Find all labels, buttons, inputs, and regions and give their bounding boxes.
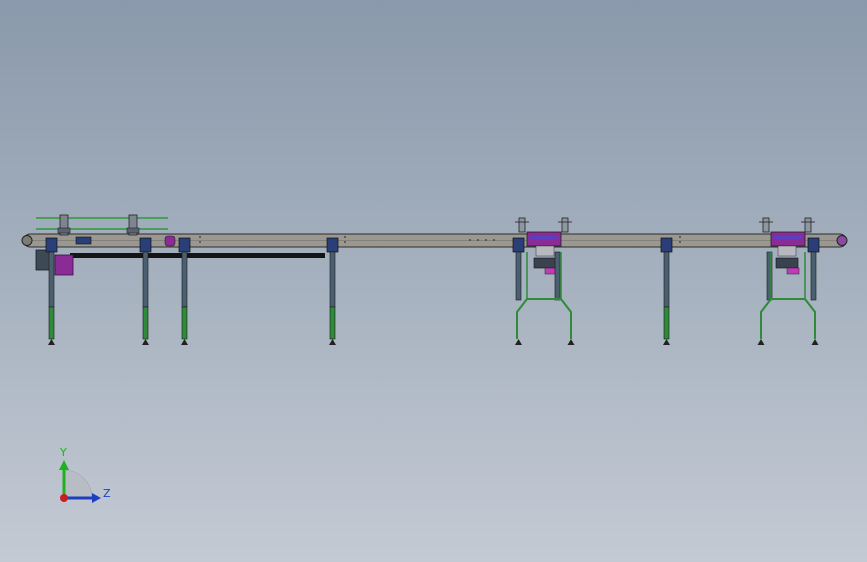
drive-motor [54, 254, 74, 276]
sensor-bracket-left-1 [57, 214, 71, 236]
cad-viewport[interactable]: Y Z [0, 0, 867, 562]
z-arrow-head-icon [92, 493, 101, 503]
idler-pulley-right [836, 235, 848, 246]
conveyor-model[interactable] [21, 214, 848, 345]
sensor-bracket-left-2 [126, 214, 140, 236]
y-arrow-head-icon [59, 460, 69, 470]
rail-end-cap [164, 235, 176, 247]
orientation-triad[interactable]: Y Z [59, 446, 111, 503]
support-leg-5 [660, 237, 673, 345]
triad-quadrant [63, 469, 93, 499]
y-axis-label: Y [59, 446, 67, 459]
return-belt [70, 253, 325, 258]
frame-plate [75, 236, 92, 245]
z-axis-label: Z [103, 487, 111, 500]
origin-icon [60, 494, 68, 502]
drive-pulley-left [21, 235, 33, 246]
support-leg-4 [326, 237, 339, 345]
